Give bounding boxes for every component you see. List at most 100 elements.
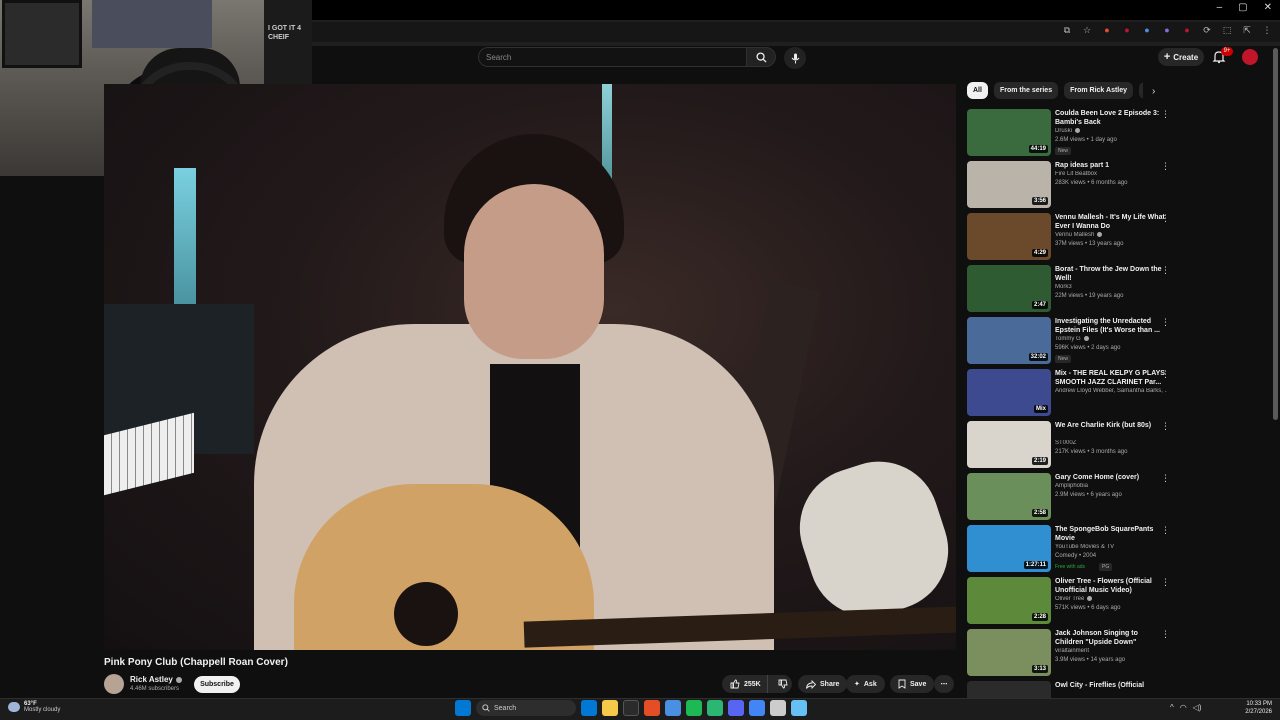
recommendation-channel[interactable]: Andrew Lloyd Webber, Samantha Barks, ... [1055, 388, 1167, 394]
recommendation-channel[interactable]: Oliver Tree [1055, 596, 1167, 602]
video-thumbnail[interactable]: 44:19 [967, 109, 1051, 156]
video-thumbnail[interactable]: 1:27:11 [967, 525, 1051, 572]
recommendation-channel[interactable]: YouTube Movies & TV [1055, 544, 1167, 550]
more-vertical-icon[interactable]: ⋮ [1161, 473, 1170, 484]
taskbar-app-icon[interactable] [707, 700, 723, 716]
recommendation-item[interactable]: 2:19 We Are Charlie Kirk (but 80s) ST000Z 2… [967, 419, 1172, 471]
wifi-icon[interactable]: ◠ [1180, 703, 1187, 712]
recommendation-item[interactable]: Mix Mix - THE REAL KELPY G PLAYS SMOOTH J… [967, 367, 1172, 419]
account-avatar[interactable] [1242, 49, 1258, 65]
recommendation-channel[interactable]: viraltainment [1055, 648, 1167, 654]
taskbar-search[interactable]: Search [476, 700, 576, 716]
recommendation-item[interactable]: 2:28 Oliver Tree - Flowers (Official Unof… [967, 575, 1172, 627]
recommendation-channel[interactable]: Fire Lit Beatbox [1055, 171, 1167, 177]
recommendation-channel[interactable]: Ampliphobia [1055, 483, 1167, 489]
recommendation-item[interactable]: 1:27:11 The SpongeBob SquarePants Movie Yo… [967, 523, 1172, 575]
tray-chevron-icon[interactable]: ^ [1170, 703, 1174, 712]
recommendation-title[interactable]: Jack Johnson Singing to Children "Upside… [1055, 629, 1167, 647]
page-scrollbar[interactable] [1273, 48, 1278, 420]
more-vertical-icon[interactable]: ⋮ [1161, 265, 1170, 276]
recommendation-item[interactable]: 4:29 Vennu Mallesh - It's My Life What Ev… [967, 211, 1172, 263]
search-input[interactable]: Search [478, 47, 746, 67]
video-thumbnail[interactable]: 2:58 [967, 473, 1051, 520]
recommendation-item[interactable]: 44:19 Coulda Been Love 2 Episode 3: Bambi… [967, 107, 1172, 159]
ask-button[interactable]: ✦ Ask [846, 675, 885, 693]
video-thumbnail[interactable]: 3:13 [967, 629, 1051, 676]
search-button[interactable] [746, 47, 776, 67]
more-vertical-icon[interactable]: ⋮ [1161, 577, 1170, 588]
taskbar-app-icon[interactable] [728, 700, 744, 716]
create-button[interactable]: + Create [1158, 48, 1204, 66]
extension-icon[interactable]: ● [1102, 25, 1112, 35]
recommendation-title[interactable]: Mix - THE REAL KELPY G PLAYS SMOOTH JAZZ… [1055, 369, 1167, 387]
chip-from-the-series[interactable]: From the series [993, 82, 1059, 99]
more-vertical-icon[interactable]: ⋮ [1161, 421, 1170, 432]
taskbar-app-icon[interactable] [686, 700, 702, 716]
extension-icon[interactable]: ● [1182, 25, 1192, 35]
recommendation-title[interactable]: The SpongeBob SquarePants Movie [1055, 525, 1167, 543]
install-app-icon[interactable]: ⧉ [1062, 25, 1072, 35]
recommendation-channel[interactable]: Mork3 [1055, 284, 1167, 290]
recommendation-title[interactable]: Owl City - Fireflies (Official [1055, 681, 1167, 690]
chevron-right-icon[interactable]: › [1152, 86, 1155, 97]
taskbar-clock[interactable]: 10:33 PM 2/27/2026 [1226, 700, 1272, 716]
sidebar-icon[interactable]: ⇱ [1242, 25, 1252, 35]
voice-search-button[interactable] [784, 47, 806, 69]
subscribe-button[interactable]: Subscribe [194, 676, 240, 693]
video-player[interactable] [104, 84, 956, 650]
extension-icon[interactable]: ● [1142, 25, 1152, 35]
recommendation-item[interactable]: 32:02 Investigating the Unredacted Epstei… [967, 315, 1172, 367]
recommendation-channel[interactable]: ST000Z [1055, 440, 1167, 446]
taskbar-app-icon[interactable] [749, 700, 765, 716]
recommendation-title[interactable]: Oliver Tree - Flowers (Official Unoffici… [1055, 577, 1167, 595]
taskbar-app-icon[interactable] [665, 700, 681, 716]
channel-avatar[interactable] [104, 674, 124, 694]
recommendation-title[interactable]: Investigating the Unredacted Epstein Fil… [1055, 317, 1167, 335]
browser-menu-icon[interactable]: ⋮ [1262, 25, 1272, 35]
extensions-puzzle-icon[interactable]: ⬚ [1222, 25, 1232, 35]
more-actions-button[interactable]: ⋯ [934, 675, 954, 693]
more-vertical-icon[interactable]: ⋮ [1161, 109, 1170, 120]
more-vertical-icon[interactable]: ⋮ [1161, 213, 1170, 224]
chip-all[interactable]: All [967, 82, 988, 99]
save-button[interactable]: Save [890, 675, 935, 693]
start-windows-icon[interactable] [455, 700, 471, 716]
bookmark-star-icon[interactable]: ☆ [1082, 25, 1092, 35]
recommendation-title[interactable]: Rap ideas part 1 [1055, 161, 1167, 170]
video-thumbnail[interactable]: 4:29 [967, 213, 1051, 260]
reload-icon[interactable]: ⟳ [1202, 25, 1212, 35]
extension-icon[interactable]: ● [1162, 25, 1172, 35]
volume-icon[interactable]: ◁) [1193, 703, 1202, 712]
close-button[interactable]: ✕ [1264, 2, 1272, 13]
taskbar-app-icon[interactable] [623, 700, 639, 716]
video-thumbnail[interactable]: Mix [967, 369, 1051, 416]
maximize-button[interactable]: ▢ [1238, 2, 1247, 13]
video-thumbnail[interactable]: 2:19 [967, 421, 1051, 468]
taskbar-app-icon[interactable] [581, 700, 597, 716]
more-vertical-icon[interactable]: ⋮ [1161, 369, 1170, 380]
taskbar-app-icon[interactable] [791, 700, 807, 716]
video-thumbnail[interactable]: 2:47 [967, 265, 1051, 312]
video-thumbnail[interactable]: 3:56 [967, 161, 1051, 208]
share-button[interactable]: Share [798, 675, 848, 693]
chip-truncated[interactable]: Ch [1139, 82, 1143, 99]
recommendation-title[interactable]: Gary Come Home (cover) [1055, 473, 1167, 482]
recommendation-channel[interactable]: Vennu Mallesh [1055, 232, 1167, 238]
recommendation-title[interactable]: Coulda Been Love 2 Episode 3: Bambi's Ba… [1055, 109, 1167, 127]
more-vertical-icon[interactable]: ⋮ [1161, 525, 1170, 536]
weather-widget[interactable]: 63°F Mostly cloudy [8, 701, 60, 713]
minimize-button[interactable]: – [1217, 2, 1223, 13]
recommendation-item[interactable]: 2:47 Borat - Throw the Jew Down the Well!… [967, 263, 1172, 315]
recommendation-title[interactable]: Vennu Mallesh - It's My Life What Ever I… [1055, 213, 1167, 231]
more-vertical-icon[interactable]: ⋮ [1161, 317, 1170, 328]
more-vertical-icon[interactable]: ⋮ [1161, 161, 1170, 172]
taskbar-app-icon[interactable] [644, 700, 660, 716]
channel-name[interactable]: Rick Astley [130, 675, 182, 684]
recommendation-channel[interactable]: Tommy G [1055, 336, 1167, 342]
video-thumbnail[interactable]: 32:02 [967, 317, 1051, 364]
like-button[interactable]: 255K [722, 675, 768, 693]
taskbar-app-icon[interactable] [770, 700, 786, 716]
chip-from-rick-astley[interactable]: From Rick Astley [1064, 82, 1134, 99]
taskbar-app-icon[interactable] [602, 700, 618, 716]
more-vertical-icon[interactable]: ⋮ [1161, 629, 1170, 640]
